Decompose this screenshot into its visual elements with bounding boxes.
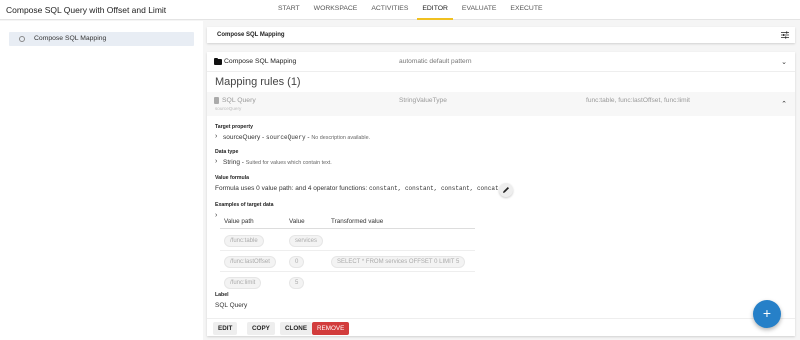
folder-icon [214, 57, 222, 65]
filter-sliders-icon[interactable] [781, 31, 789, 39]
mapping-pattern: automatic default pattern [399, 58, 472, 65]
data-type-name: String [223, 159, 240, 166]
value-formula-label: Value formula [215, 175, 250, 181]
main-nav: START WORKSPACE ACTIVITIES EDITOR EVALUA… [273, 0, 552, 20]
target-property-description: No description available. [311, 135, 371, 141]
tab-editor[interactable]: EDITOR [417, 0, 453, 20]
mapping-card: Compose SQL Mapping automatic default pa… [207, 52, 795, 336]
chevron-up-icon[interactable]: ⌃ [781, 100, 787, 108]
chevron-right-icon[interactable]: › [215, 133, 217, 140]
header-card: Compose SQL Mapping [207, 27, 795, 43]
remove-button[interactable]: REMOVE [312, 322, 350, 335]
data-type-value: String - Suited for values which contain… [223, 159, 332, 166]
target-property-label: Target property [215, 124, 253, 130]
clone-button[interactable]: CLONE [280, 322, 313, 335]
top-bar: Compose SQL Query with Offset and Limit … [0, 0, 800, 20]
tab-evaluate[interactable]: EVALUATE [457, 0, 502, 20]
value-chip: services [289, 235, 324, 247]
col-transformed-value: Transformed value [331, 218, 384, 225]
add-button[interactable]: + [753, 300, 781, 328]
data-type-description: Suited for values which contain text. [245, 160, 332, 166]
rule-operators: func:table, func:lastOffset, func:limit [586, 97, 690, 104]
sidebar: Compose SQL Mapping [0, 21, 203, 340]
rule-type: StringValueType [399, 97, 447, 104]
pencil-icon [503, 187, 509, 193]
header-title: Compose SQL Mapping [217, 32, 285, 38]
tab-start[interactable]: START [273, 0, 305, 20]
examples-label: Examples of target data [215, 202, 274, 208]
examples-header: Value path Value Transformed value [220, 212, 475, 229]
sidebar-item-label: Compose SQL Mapping [34, 35, 107, 42]
copy-button[interactable]: COPY [247, 322, 275, 335]
col-value: Value [289, 218, 305, 225]
table-row: /func:lastOffset 0 SELECT * FROM service… [220, 252, 475, 272]
value-path-chip: /func:lastOffset [224, 256, 276, 268]
transformed-value-chip: SELECT * FROM services OFFSET 0 LIMIT 5 [331, 256, 466, 268]
table-row: /func:limit 5 [220, 273, 475, 293]
document-icon [214, 97, 219, 104]
value-path-chip: /func:limit [224, 277, 262, 289]
value-formula-text: Formula uses 0 value path: and 4 operato… [215, 185, 369, 192]
value-chip: 0 [289, 256, 305, 268]
mapping-row[interactable]: Compose SQL Mapping automatic default pa… [207, 52, 795, 72]
chevron-right-icon[interactable]: › [215, 212, 217, 219]
plus-icon: + [762, 305, 772, 321]
data-type-label: Data type [215, 149, 239, 155]
chevron-right-icon[interactable]: › [215, 158, 217, 165]
table-row: /func:table services [220, 231, 475, 251]
value-path-chip: /func:table [224, 235, 264, 247]
value-formula: Formula uses 0 value path: and 4 operato… [215, 185, 499, 192]
edit-button[interactable]: EDIT [213, 322, 238, 335]
rule-name: SQL Query [222, 97, 256, 104]
target-property-code: sourceQuery [266, 134, 306, 141]
tab-activities[interactable]: ACTIVITIES [366, 0, 413, 20]
tab-execute[interactable]: EXECUTE [505, 0, 547, 20]
edit-formula-button[interactable] [499, 183, 513, 197]
mapping-name: Compose SQL Mapping [224, 58, 297, 65]
col-value-path: Value path [224, 218, 254, 225]
chevron-down-icon[interactable]: ⌄ [781, 58, 787, 66]
target-property-value: sourceQuery - sourceQuery - No descripti… [223, 134, 370, 141]
value-formula-code: constant, constant, constant, concat [368, 185, 499, 192]
sidebar-item-compose-sql-mapping[interactable]: Compose SQL Mapping [9, 32, 194, 46]
label-value: SQL Query [215, 302, 248, 309]
app-title: Compose SQL Query with Offset and Limit [6, 5, 167, 15]
value-chip: 5 [289, 277, 305, 289]
rules-heading: Mapping rules (1) [215, 76, 301, 88]
tab-workspace[interactable]: WORKSPACE [309, 0, 363, 20]
rule-summary-row[interactable]: SQL Query sourceQuery StringValueType fu… [207, 92, 795, 116]
rule-source: sourceQuery [215, 106, 242, 111]
main-panel: Compose SQL Mapping Compose SQL Mapping … [205, 21, 800, 340]
radio-icon [19, 36, 25, 42]
action-bar: EDIT COPY CLONE REMOVE [207, 318, 795, 336]
target-property-name: sourceQuery [223, 134, 261, 141]
label-heading: Label [215, 292, 229, 298]
